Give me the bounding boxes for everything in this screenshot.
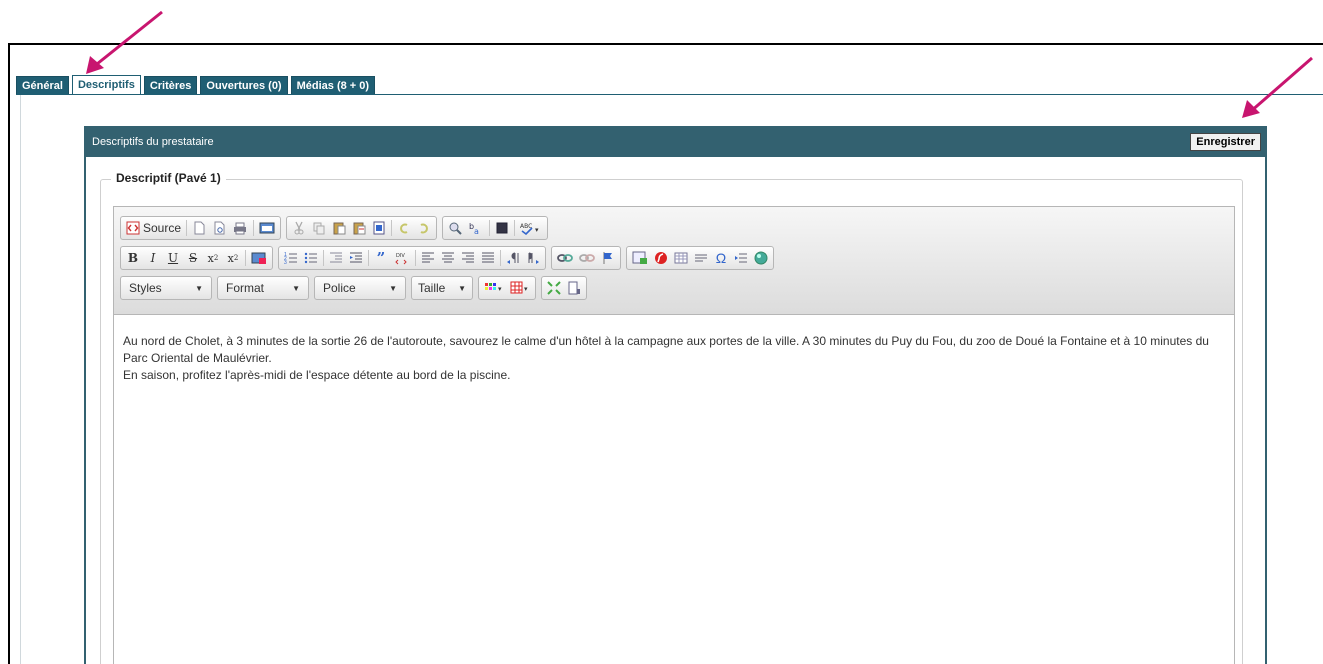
align-center-icon[interactable] (438, 248, 458, 268)
numbered-list-icon[interactable]: 123 (281, 248, 301, 268)
anchor-icon[interactable] (598, 248, 618, 268)
text-color-icon[interactable]: ▾ (481, 278, 507, 298)
tab-criteres[interactable]: Critères (143, 76, 198, 95)
undo-icon[interactable] (394, 218, 414, 238)
paste-icon[interactable] (329, 218, 349, 238)
source-icon (126, 221, 140, 235)
underline-icon[interactable]: U (163, 248, 183, 268)
panel-body: Descriptif (Pavé 1) Source b a ABC ▾ B I… (84, 157, 1267, 664)
image-icon[interactable] (629, 248, 651, 268)
fieldset-legend: Descriptif (Pavé 1) (111, 171, 226, 185)
svg-text:DIV: DIV (396, 253, 405, 259)
print-icon[interactable] (229, 218, 251, 238)
subscript-icon[interactable]: x2 (203, 248, 223, 268)
strikethrough-icon[interactable]: S (183, 248, 203, 268)
toolbar-group-insert: Ω (626, 246, 774, 270)
redo-icon[interactable] (414, 218, 434, 238)
toolbar-group-paragraph: 123 ” DIV (278, 246, 546, 270)
chevron-down-icon: ▼ (458, 283, 466, 293)
chevron-down-icon: ▼ (195, 283, 203, 293)
copy-icon[interactable] (309, 218, 329, 238)
toolbar-group-clipboard (286, 216, 438, 240)
show-blocks-icon[interactable] (564, 278, 584, 298)
svg-text:3: 3 (284, 260, 287, 265)
content-paragraph: Au nord de Cholet, à 3 minutes de la sor… (123, 334, 1209, 365)
text-direction-ltr-icon[interactable] (503, 248, 523, 268)
find-icon[interactable] (445, 218, 465, 238)
bold-icon[interactable]: B (123, 248, 143, 268)
italic-icon[interactable]: I (143, 248, 163, 268)
create-div-icon[interactable]: DIV (391, 248, 413, 268)
align-justify-icon[interactable] (478, 248, 498, 268)
special-char-icon[interactable]: Ω (711, 248, 731, 268)
svg-text:▾: ▾ (498, 286, 502, 293)
toolbar-group-document: Source (120, 216, 282, 240)
content-paragraph: En saison, profitez l'après-midi de l'es… (123, 368, 511, 382)
superscript-icon[interactable]: x2 (223, 248, 243, 268)
remove-format-icon[interactable] (248, 248, 270, 268)
replace-icon[interactable]: ba (465, 218, 487, 238)
flash-icon[interactable] (651, 248, 671, 268)
preview-icon[interactable] (209, 218, 229, 238)
toolbar-group-links (551, 246, 621, 270)
toolbar-group-tools (541, 276, 587, 300)
paste-word-icon[interactable] (369, 218, 389, 238)
svg-text:a: a (474, 227, 479, 235)
toolbar-group-find: ba ABC ▾ (442, 216, 549, 240)
descriptif-fieldset: Descriptif (Pavé 1) Source b a ABC ▾ B I… (100, 171, 1243, 664)
font-combo[interactable]: Police ▼ (314, 276, 406, 300)
chevron-down-icon: ▼ (389, 283, 397, 293)
tab-ouvertures[interactable]: Ouvertures (0) (200, 76, 288, 95)
link-icon[interactable] (554, 248, 576, 268)
select-all-icon[interactable] (492, 218, 512, 238)
annotation-arrow-icon (86, 10, 163, 74)
bulleted-list-icon[interactable] (301, 248, 321, 268)
panel-left-border (20, 95, 21, 664)
blockquote-icon[interactable]: ” (371, 248, 391, 268)
svg-text:▾: ▾ (535, 226, 539, 234)
table-icon[interactable] (671, 248, 691, 268)
templates-icon[interactable] (256, 218, 278, 238)
toolbar-group-basic-styles: B I U S x2 x2 (120, 246, 273, 270)
chevron-down-icon: ▼ (292, 283, 300, 293)
unlink-icon[interactable] (576, 248, 598, 268)
styles-combo[interactable]: Styles ▼ (120, 276, 212, 300)
panel-title: Descriptifs du prestataire (92, 135, 214, 148)
save-button[interactable]: Enregistrer (1190, 132, 1261, 151)
size-combo[interactable]: Taille ▼ (411, 276, 473, 300)
tab-general[interactable]: Général (16, 76, 69, 95)
annotation-arrow-icon (1242, 56, 1313, 118)
align-right-icon[interactable] (458, 248, 478, 268)
spellcheck-icon[interactable]: ABC ▾ (517, 218, 545, 238)
page-break-icon[interactable] (731, 248, 751, 268)
tab-medias[interactable]: Médias (8 + 0) (290, 76, 376, 95)
tab-bar: Général Descriptifs Critères Ouvertures … (16, 75, 378, 95)
align-left-icon[interactable] (418, 248, 438, 268)
rich-text-editor: Source b a ABC ▾ B I U S x 2 x 2 1 2 3 ”… (113, 206, 1235, 664)
toolbar-group-colors: ▾ ▾ (478, 276, 536, 300)
tab-underline (16, 94, 1323, 95)
source-button[interactable]: Source (123, 218, 184, 238)
text-direction-rtl-icon[interactable] (523, 248, 543, 268)
outdent-icon[interactable] (326, 248, 346, 268)
indent-icon[interactable] (346, 248, 366, 268)
cut-icon[interactable] (289, 218, 309, 238)
iframe-icon[interactable] (751, 248, 771, 268)
format-combo[interactable]: Format ▼ (217, 276, 309, 300)
background-color-icon[interactable]: ▾ (507, 278, 533, 298)
horizontal-rule-icon[interactable] (691, 248, 711, 268)
editor-content-area[interactable]: Au nord de Cholet, à 3 minutes de la sor… (114, 315, 1234, 402)
panel-header: Descriptifs du prestataire Enregistrer (84, 126, 1267, 157)
editor-toolbar: Source b a ABC ▾ B I U S x 2 x 2 1 2 3 ”… (114, 207, 1234, 315)
maximize-icon[interactable] (544, 278, 564, 298)
paste-text-icon[interactable] (349, 218, 369, 238)
new-page-icon[interactable] (189, 218, 209, 238)
svg-text:▾: ▾ (524, 286, 528, 293)
tab-descriptifs[interactable]: Descriptifs (71, 75, 141, 95)
